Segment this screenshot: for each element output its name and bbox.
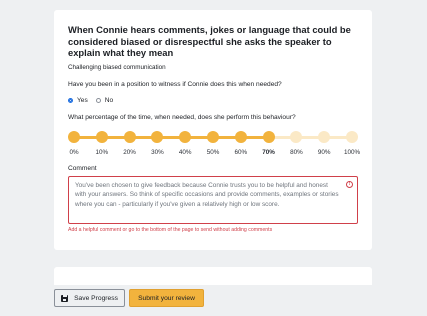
scale-label: 50%: [206, 148, 220, 156]
scale-point-0pct[interactable]: [68, 130, 80, 143]
radio-yes-label: Yes: [77, 96, 88, 104]
scale-label: 60%: [234, 148, 248, 156]
scale-label: 10%: [95, 148, 109, 156]
scale-label: 30%: [151, 148, 164, 156]
scale-track-empty: [268, 135, 352, 139]
scale-point-30pct[interactable]: [151, 130, 164, 143]
scale-point-40pct[interactable]: [179, 130, 192, 143]
comment-error-message: Add a helpful comment or go to the botto…: [68, 226, 273, 233]
scale-label: 0%: [69, 148, 79, 156]
radio-no-indicator[interactable]: [95, 97, 101, 103]
scale-point-70pct[interactable]: [262, 130, 275, 143]
submit-review-label: Submit your review: [138, 294, 195, 302]
witness-radio-group: Yes No: [68, 97, 358, 104]
radio-no[interactable]: No: [95, 96, 114, 104]
percentage-scale[interactable]: [68, 127, 358, 149]
comment-placeholder: You've been chosen to give feedback beca…: [75, 181, 339, 208]
scale-point-100pct[interactable]: [346, 130, 358, 143]
question-card: When Connie hears comments, jokes or lan…: [54, 10, 372, 250]
witness-question: Have you been in a position to witness i…: [68, 80, 282, 88]
radio-yes[interactable]: Yes: [68, 97, 88, 104]
question-title: When Connie hears comments, jokes or lan…: [68, 24, 351, 58]
percentage-question: What percentage of the time, when needed…: [68, 113, 296, 121]
comment-label: Comment: [68, 164, 97, 172]
scale-label: 100%: [343, 148, 361, 156]
scale-point-20pct[interactable]: [123, 130, 136, 143]
scale-point-90pct[interactable]: [318, 130, 331, 143]
question-category: Challenging biased communication: [68, 63, 166, 71]
scale-point-80pct[interactable]: [290, 130, 303, 143]
save-progress-label: Save Progress: [74, 294, 118, 302]
scale-label: 80%: [290, 148, 303, 156]
scale-point-60pct[interactable]: [234, 130, 247, 143]
scale-point-50pct[interactable]: [207, 130, 219, 143]
save-icon: [61, 294, 69, 302]
scale-label: 20%: [123, 148, 136, 156]
comment-textarea[interactable]: You've been chosen to give feedback beca…: [68, 175, 358, 224]
scale-label: 70%: [262, 148, 275, 156]
submit-review-button[interactable]: Submit your review: [129, 289, 204, 307]
scale-labels: 0% 10% 20% 30% 40% 50% 60% 70% 80% 90% 100%: [68, 148, 361, 159]
next-question-card: [54, 267, 372, 285]
scale-label: 40%: [178, 148, 192, 156]
radio-yes-indicator[interactable]: [68, 97, 73, 103]
scale-point-10pct[interactable]: [95, 130, 108, 143]
scale-label: 90%: [317, 148, 331, 156]
error-icon: !: [346, 180, 353, 188]
save-progress-button[interactable]: Save Progress: [54, 289, 125, 307]
radio-no-label: No: [104, 96, 114, 104]
